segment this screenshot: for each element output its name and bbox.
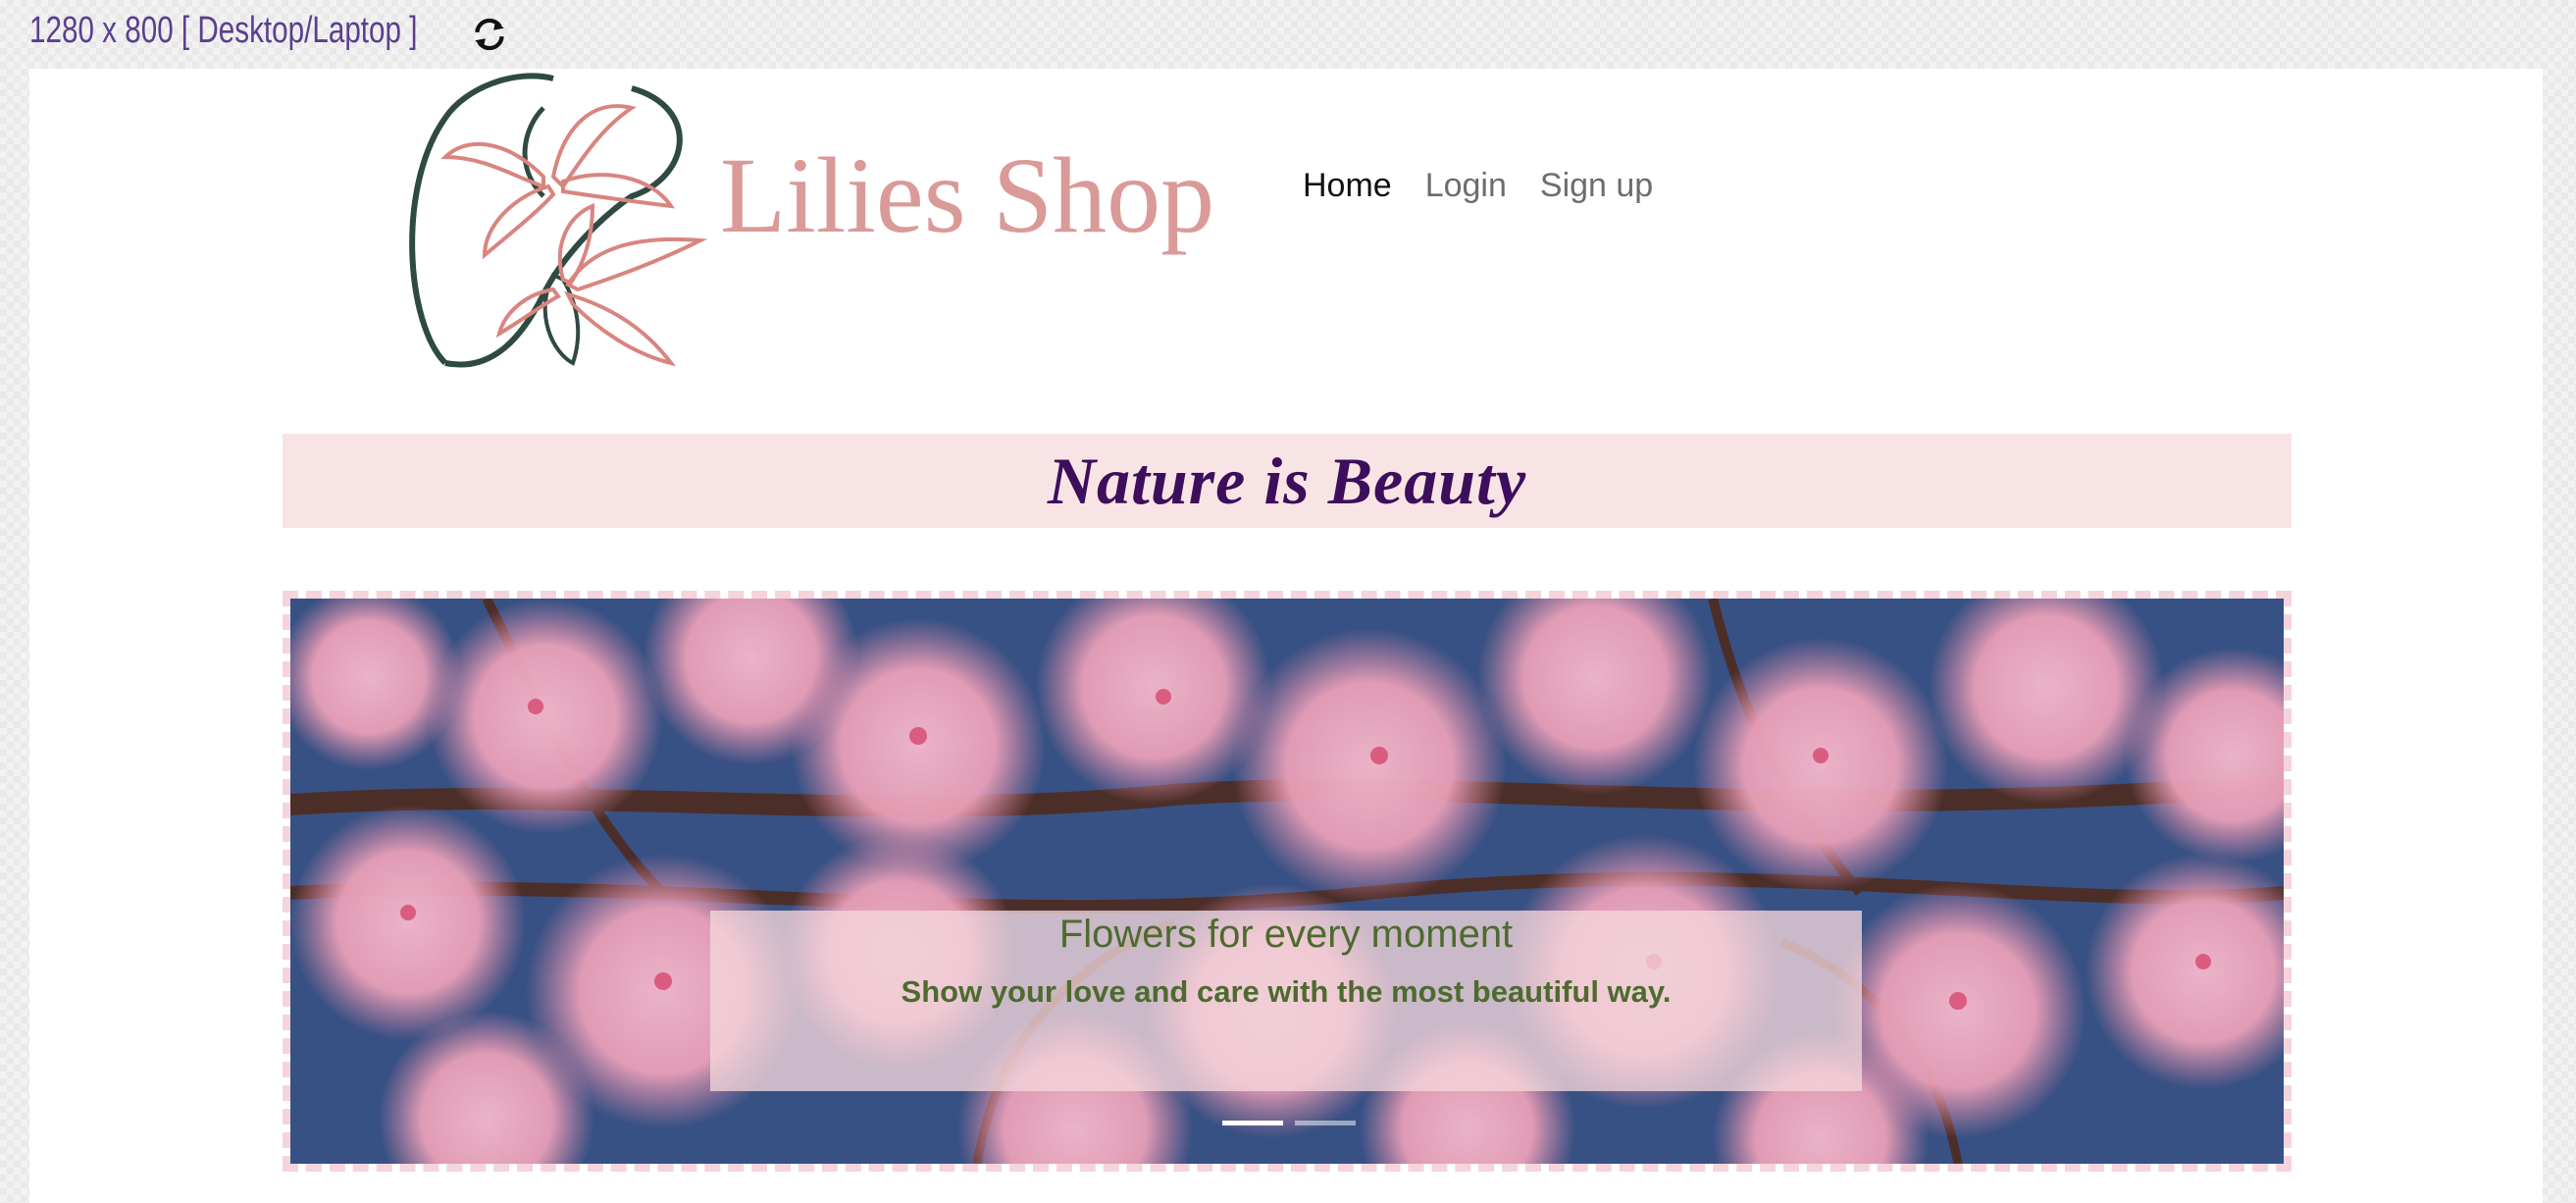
tagline-banner: Nature is Beauty xyxy=(283,434,2292,528)
site-logo[interactable]: Lilies Shop xyxy=(406,69,1250,383)
emulator-toolbar: 1280 x 800 [ Desktop/Laptop ] xyxy=(0,0,2576,69)
logo-text: Lilies Shop xyxy=(720,135,1215,255)
tagline: Nature is Beauty xyxy=(1047,443,1527,518)
carousel-indicator-1[interactable] xyxy=(1222,1121,1283,1125)
nav-signup-link[interactable]: Sign up xyxy=(1540,167,1653,205)
rotate-icon[interactable] xyxy=(469,14,510,55)
resolution-label[interactable]: 1280 x 800 [ Desktop/Laptop ] xyxy=(29,10,417,52)
caption-text: Show your love and care with the most be… xyxy=(901,974,1672,1009)
site-viewport: Lilies Shop Home Login Sign up Nature is… xyxy=(29,69,2543,1203)
carousel-indicators xyxy=(1222,1121,1356,1125)
caption-title: Flowers for every moment xyxy=(1058,913,1514,956)
carousel-indicator-2[interactable] xyxy=(1295,1121,1356,1125)
carousel-caption: Flowers for every moment Show your love … xyxy=(710,911,1862,1091)
main-nav: Home Login Sign up xyxy=(1303,167,1653,205)
nav-login-link[interactable]: Login xyxy=(1425,167,1507,205)
hero-carousel[interactable]: Flowers for every moment Show your love … xyxy=(283,591,2292,1172)
lily-emblem-icon xyxy=(409,73,708,368)
nav-home-link[interactable]: Home xyxy=(1303,167,1392,205)
